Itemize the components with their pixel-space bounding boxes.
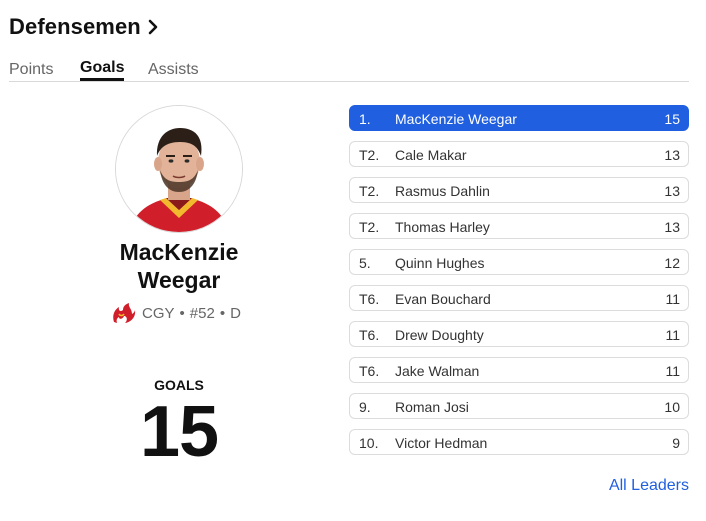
leader-rank: T2. xyxy=(359,219,380,235)
player-number: #52 xyxy=(189,304,215,322)
all-leaders-link[interactable]: All Leaders xyxy=(609,477,689,495)
leader-row[interactable]: T2. Cale Makar 13 xyxy=(349,141,689,167)
leader-name: Rasmus Dahlin xyxy=(395,183,490,199)
leaders-list: 1. MacKenzie Weegar 15 T2. Cale Makar 13… xyxy=(349,105,689,465)
leader-name: Quinn Hughes xyxy=(395,255,485,271)
leader-name: MacKenzie Weegar xyxy=(395,111,517,127)
player-position: D xyxy=(230,304,241,322)
leader-name: Thomas Harley xyxy=(395,219,490,235)
leader-value: 13 xyxy=(664,183,680,199)
featured-player-name[interactable]: MacKenzie Weegar xyxy=(80,238,278,294)
section-title-link[interactable]: Defensemen xyxy=(9,14,158,40)
leader-name: Jake Walman xyxy=(395,363,480,379)
leader-value: 10 xyxy=(664,399,680,415)
leader-value: 11 xyxy=(665,327,680,343)
leader-row[interactable]: T6. Jake Walman 11 xyxy=(349,357,689,383)
player-meta: CGY • #52 • D xyxy=(110,302,241,324)
page-title: Defensemen xyxy=(9,14,141,39)
leader-name: Victor Hedman xyxy=(395,435,488,451)
leader-row[interactable]: T2. Rasmus Dahlin 13 xyxy=(349,177,689,203)
player-team: CGY xyxy=(142,304,175,322)
leader-value: 11 xyxy=(665,363,680,379)
leader-row[interactable]: T6. Drew Doughty 11 xyxy=(349,321,689,347)
leader-row[interactable]: 9. Roman Josi 10 xyxy=(349,393,689,419)
leader-value: 9 xyxy=(672,435,680,451)
player-headshot-image xyxy=(116,106,242,232)
player-first-name: MacKenzie xyxy=(119,239,239,265)
leader-rank: T2. xyxy=(359,183,380,199)
leader-rank: T2. xyxy=(359,147,380,163)
meta-separator: • xyxy=(219,304,226,322)
leader-rank: 1. xyxy=(359,111,371,127)
leader-row[interactable]: 5. Quinn Hughes 12 xyxy=(349,249,689,275)
leader-rank: T6. xyxy=(359,363,380,379)
player-headshot[interactable] xyxy=(115,105,243,233)
stat-value: 15 xyxy=(139,392,219,472)
stat-label: GOALS xyxy=(154,377,204,393)
leader-value: 11 xyxy=(665,291,680,307)
tab-goals[interactable]: Goals xyxy=(80,59,125,81)
tab-points[interactable]: Points xyxy=(9,61,53,82)
chevron-right-icon xyxy=(148,19,158,35)
player-last-name: Weegar xyxy=(137,267,221,293)
leader-name: Cale Makar xyxy=(395,147,467,163)
leader-rank: 10. xyxy=(359,435,379,451)
leader-value: 13 xyxy=(664,147,680,163)
leader-row[interactable]: 10. Victor Hedman 9 xyxy=(349,429,689,455)
meta-separator: • xyxy=(179,304,185,322)
tab-assists[interactable]: Assists xyxy=(148,61,199,82)
leader-row[interactable]: 1. MacKenzie Weegar 15 xyxy=(349,105,689,131)
leader-rank: T6. xyxy=(359,291,380,307)
leader-row[interactable]: T2. Thomas Harley 13 xyxy=(349,213,689,239)
flames-logo-icon xyxy=(113,303,136,323)
leader-rank: T6. xyxy=(359,327,380,343)
leader-name: Drew Doughty xyxy=(395,327,484,343)
leader-rank: 9. xyxy=(359,399,371,415)
leader-rank: 5. xyxy=(359,255,371,271)
leader-value: 15 xyxy=(664,111,680,127)
leader-value: 12 xyxy=(664,255,680,271)
leader-name: Evan Bouchard xyxy=(395,291,491,307)
leader-value: 13 xyxy=(664,219,680,235)
leader-row[interactable]: T6. Evan Bouchard 11 xyxy=(349,285,689,311)
leader-name: Roman Josi xyxy=(395,399,469,415)
stat-tabs: Points Goals Assists xyxy=(9,59,689,82)
